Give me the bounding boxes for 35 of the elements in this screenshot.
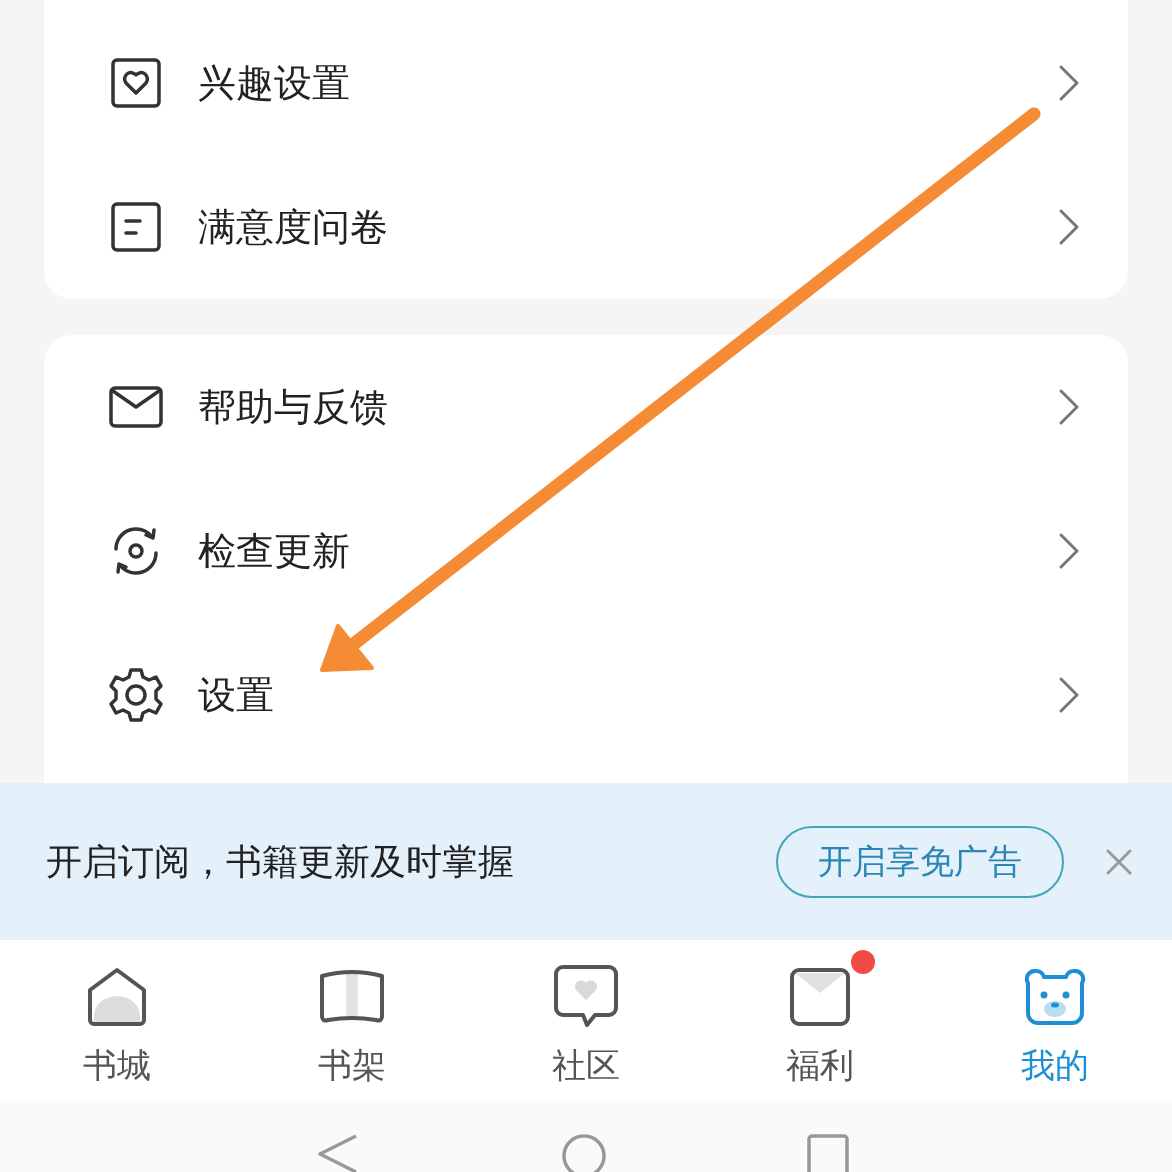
nav-tab[interactable]: 书架 bbox=[234, 940, 469, 1100]
menu-item-label: 检查更新 bbox=[198, 528, 351, 574]
nav-tab-label: 社区 bbox=[552, 1045, 620, 1086]
nav-tab-label: 我的 bbox=[1020, 1045, 1089, 1086]
chevron-right-icon bbox=[1058, 676, 1080, 714]
menu-item[interactable]: 设置 bbox=[44, 623, 1128, 767]
close-icon[interactable] bbox=[1106, 848, 1132, 875]
menu-item-label: 兴趣设置 bbox=[198, 60, 351, 106]
chat-heart-icon bbox=[553, 964, 619, 1030]
nav-tab[interactable]: 社区 bbox=[468, 940, 704, 1100]
menu-item[interactable]: 帮助与反馈 bbox=[44, 335, 1128, 479]
nav-tab[interactable]: 福利 bbox=[703, 940, 938, 1100]
nav-tab-label: 书城 bbox=[83, 1045, 152, 1086]
house-icon bbox=[86, 966, 149, 1028]
menu-item[interactable]: 满意度问卷 bbox=[44, 155, 1128, 299]
chevron-right-icon bbox=[1058, 388, 1080, 426]
menu-item[interactable]: 兴趣设置 bbox=[44, 11, 1128, 155]
back-icon[interactable] bbox=[316, 1134, 360, 1172]
nav-tab-label: 书架 bbox=[317, 1045, 386, 1086]
menu-item-label: 帮助与反馈 bbox=[198, 384, 389, 430]
chevron-right-icon bbox=[1058, 532, 1080, 570]
nav-tab[interactable]: 我的 bbox=[937, 940, 1172, 1100]
menu-item-label: 设置 bbox=[198, 672, 275, 718]
document-icon bbox=[110, 201, 162, 253]
chevron-right-icon bbox=[1058, 208, 1080, 246]
envelope-icon bbox=[789, 967, 852, 1027]
mail-icon bbox=[108, 385, 164, 429]
nav-tab[interactable]: 书城 bbox=[0, 940, 235, 1100]
settings-icon bbox=[107, 666, 165, 724]
subscribe-button[interactable]: 开启享免广告 bbox=[776, 825, 1064, 898]
menu-item-label: 满意度问卷 bbox=[198, 204, 389, 250]
banner-message: 开启订阅，书籍更新及时掌握 bbox=[46, 839, 515, 884]
menu-item[interactable]: 检查更新 bbox=[44, 479, 1128, 623]
chevron-right-icon bbox=[1058, 64, 1080, 102]
nav-tab-label: 福利 bbox=[786, 1045, 855, 1086]
